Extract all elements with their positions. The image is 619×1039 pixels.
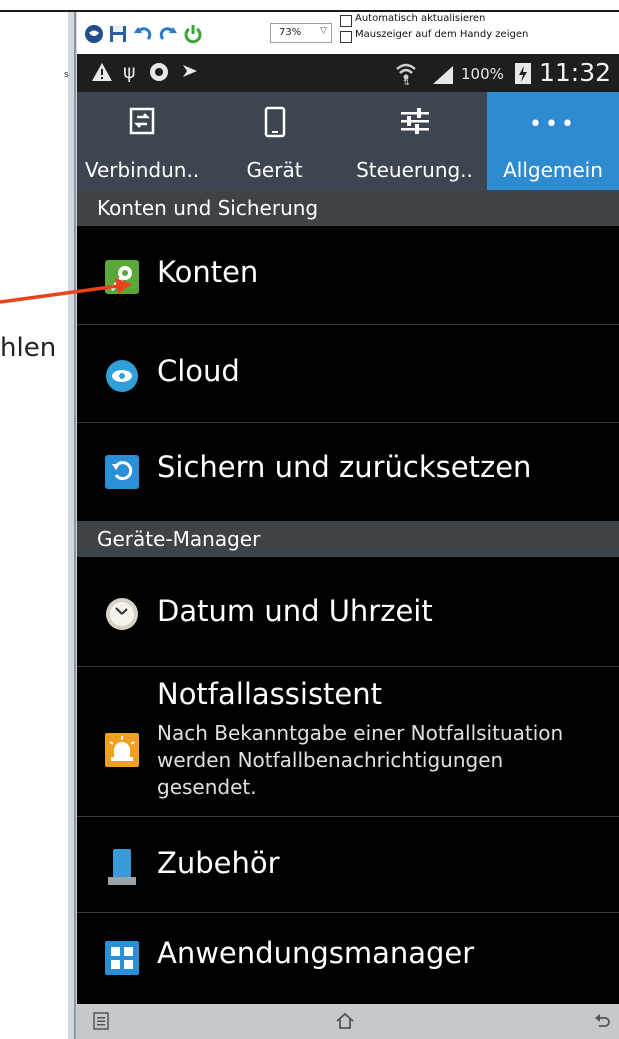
status-time: 11:32 (539, 58, 612, 87)
list-item-konten[interactable]: Konten (77, 226, 619, 325)
settings-tab-bar: Verbindun.. Gerät Steuerung.. ••• Allgem… (77, 92, 619, 190)
sync-icon (150, 63, 168, 81)
tab-geraet[interactable]: Gerät (207, 92, 342, 190)
show-pointer-checkbox[interactable] (340, 31, 352, 43)
tab-label: Gerät (246, 158, 303, 182)
cut-off-annotation-text: hlen (0, 333, 57, 363)
battery-charging-icon (515, 63, 531, 84)
list-item-datum-uhrzeit[interactable]: Datum und Uhrzeit (77, 557, 619, 667)
controls-icon (400, 108, 429, 134)
item-title: Sichern und zurücksetzen (157, 450, 532, 484)
list-item-sichern[interactable]: Sichern und zurücksetzen (77, 423, 619, 521)
cloud-icon (106, 360, 138, 392)
redo-icon[interactable] (158, 24, 178, 44)
phone-screen: ψ ⇅ 100% 11:32 Verbindun.. Gerät Steueru… (77, 54, 619, 1039)
backup-restore-icon (105, 455, 139, 489)
power-icon[interactable] (183, 24, 203, 44)
section-header-konten: Konten und Sicherung (77, 190, 619, 226)
save-icon[interactable] (108, 24, 128, 44)
item-title: Cloud (157, 354, 240, 388)
item-title: Notfallassistent (157, 677, 383, 711)
item-title: Konten (157, 255, 259, 289)
device-icon (264, 106, 285, 138)
tab-steuerung[interactable]: Steuerung.. (342, 92, 487, 190)
item-subtitle: Nach Bekanntgabe einer Notfallsituation … (157, 721, 564, 799)
usb-icon: ψ (123, 61, 136, 83)
svg-text:⇅: ⇅ (403, 78, 410, 85)
item-title: Anwendungsmanager (157, 936, 475, 970)
zoom-select[interactable]: 73% ▽ (270, 23, 332, 43)
more-dots-icon: ••• (529, 112, 577, 137)
cut-off-text: s (64, 70, 69, 80)
tab-verbindungen[interactable]: Verbindun.. (77, 92, 207, 190)
signal-icon (433, 66, 453, 84)
tab-label: Verbindun.. (84, 158, 200, 182)
list-item-anwendungsmanager[interactable]: Anwendungsmanager (77, 913, 619, 1004)
navigation-bar (77, 1004, 619, 1039)
tab-label: Allgemein (503, 158, 603, 182)
app-manager-icon (105, 941, 139, 975)
accessory-icon (108, 849, 136, 885)
section-title: Geräte-Manager (97, 527, 261, 551)
chevron-down-icon: ▽ (320, 26, 327, 36)
annotation-arrow (0, 278, 132, 304)
item-title: Datum und Uhrzeit (157, 594, 433, 628)
section-header-geraete-manager: Geräte-Manager (77, 521, 619, 557)
flag-icon (183, 65, 197, 77)
list-item-cloud[interactable]: Cloud (77, 325, 619, 423)
auto-refresh-checkbox[interactable] (340, 15, 352, 27)
connections-icon (129, 107, 155, 135)
auto-refresh-label: Automatisch aktualisieren (355, 13, 486, 24)
warning-icon (92, 63, 112, 81)
list-item-notfallassistent[interactable]: Notfallassistent Nach Bekanntgabe einer … (77, 667, 619, 817)
clock-icon (106, 598, 138, 630)
show-pointer-label: Mauszeiger auf dem Handy zeigen (355, 29, 529, 40)
section-title: Konten und Sicherung (97, 196, 319, 220)
left-frame-edge (74, 12, 76, 1039)
home-icon[interactable] (335, 1012, 355, 1030)
wifi-icon: ⇅ (396, 63, 416, 85)
tab-allgemein[interactable]: ••• Allgemein (487, 92, 619, 190)
tab-label: Steuerung.. (356, 158, 473, 182)
item-title: Zubehör (157, 846, 280, 880)
emergency-alarm-icon (105, 733, 139, 767)
web-icon[interactable] (84, 24, 104, 44)
undo-icon[interactable] (133, 24, 153, 44)
back-icon[interactable] (593, 1013, 611, 1029)
battery-percent: 100% (461, 65, 504, 83)
list-item-zubehoer[interactable]: Zubehör (77, 817, 619, 913)
menu-icon[interactable] (93, 1012, 109, 1030)
zoom-value: 73% (279, 27, 302, 38)
status-bar: ψ ⇅ 100% 11:32 (77, 54, 619, 92)
